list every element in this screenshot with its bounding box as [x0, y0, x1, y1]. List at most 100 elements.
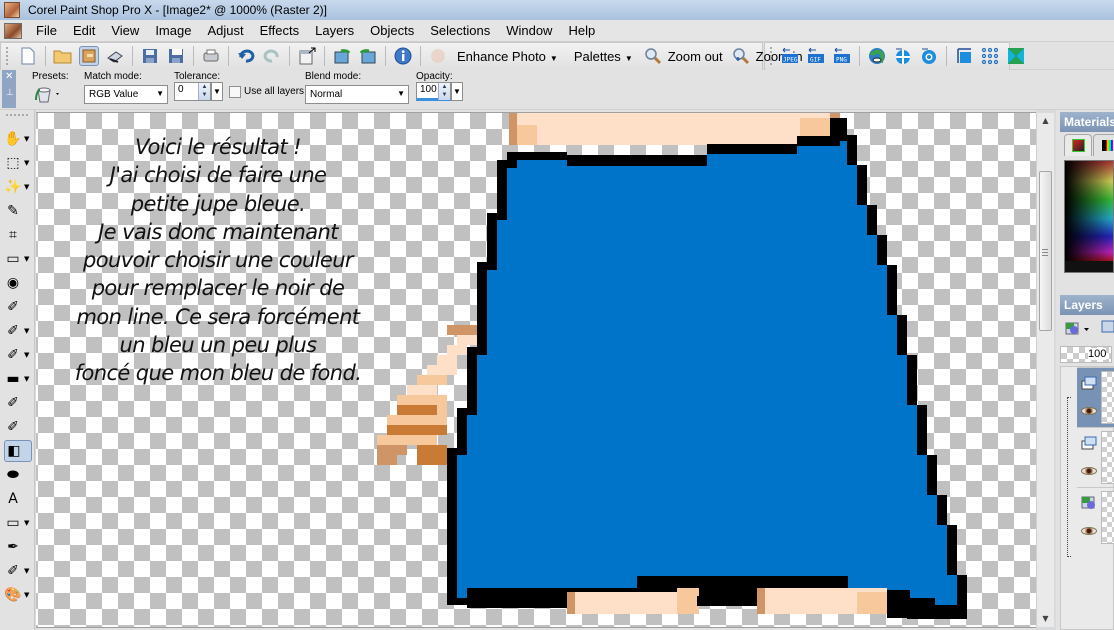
- image-canvas[interactable]: Voici le résultat ! J'ai choisi de faire …: [36, 113, 1036, 627]
- art-media-tool[interactable]: 🎨 ▼: [4, 584, 32, 606]
- menu-effects[interactable]: Effects: [252, 23, 308, 38]
- info-icon[interactable]: [393, 46, 413, 66]
- scrollbar-thumb[interactable]: [1039, 171, 1052, 331]
- use-all-layers-checkbox[interactable]: [229, 86, 241, 98]
- layer-opacity-field[interactable]: 100: [1060, 346, 1112, 363]
- print-icon[interactable]: [201, 46, 221, 66]
- dropper-tool[interactable]: ✎: [4, 200, 32, 222]
- blend-mode-select[interactable]: Normal ▼: [305, 85, 409, 104]
- save-icon[interactable]: [140, 46, 160, 66]
- magic-wand-tool[interactable]: ✨ ▼: [4, 176, 32, 198]
- gradient-tool[interactable]: ▬ ▼: [4, 368, 32, 390]
- flood-fill-tool[interactable]: ◧: [4, 440, 32, 462]
- menu-file[interactable]: File: [28, 23, 65, 38]
- visibility-eye-icon[interactable]: [1081, 467, 1097, 475]
- menu-edit[interactable]: Edit: [65, 23, 103, 38]
- text-tool[interactable]: A: [4, 488, 32, 510]
- menu-window[interactable]: Window: [498, 23, 560, 38]
- visibility-eye-icon[interactable]: [1081, 407, 1097, 415]
- browse-icon[interactable]: [79, 46, 99, 66]
- makeover-tool[interactable]: ✐: [4, 296, 32, 318]
- chevron-down-icon[interactable]: ▼: [24, 135, 29, 143]
- toolbar-grip[interactable]: [770, 47, 773, 65]
- chevron-down-icon[interactable]: ▼: [24, 591, 29, 599]
- opacity-dropdown[interactable]: ▼: [451, 82, 463, 101]
- pan-tool[interactable]: ✋ ▼: [4, 128, 32, 150]
- pen-tool[interactable]: ✒: [4, 536, 32, 558]
- document-icon[interactable]: [4, 22, 22, 39]
- opacity-spinner[interactable]: ▲ ▼: [438, 83, 450, 100]
- chevron-down-icon[interactable]: ▼: [24, 351, 29, 359]
- learning-center-icon[interactable]: [428, 46, 448, 66]
- color-spectrum-picker[interactable]: [1064, 160, 1114, 273]
- open-folder-icon[interactable]: [53, 46, 73, 66]
- perspective-tool[interactable]: ▭ ▼: [4, 248, 32, 270]
- crop-tool[interactable]: ⌗: [4, 224, 32, 246]
- toolbar-grip[interactable]: [6, 114, 28, 116]
- palettes-button[interactable]: Palettes ▼: [572, 49, 635, 64]
- full-editor-icon[interactable]: [297, 46, 317, 66]
- canvas-vertical-scrollbar[interactable]: ▲ ▼: [1036, 113, 1054, 627]
- redo-icon[interactable]: [262, 46, 282, 66]
- new-mask-layer-icon[interactable]: [1100, 319, 1114, 340]
- layers-panel-title[interactable]: Layers: [1060, 295, 1114, 315]
- chevron-down-icon[interactable]: ▼: [24, 255, 29, 263]
- menu-help[interactable]: Help: [560, 23, 603, 38]
- eraser-tool[interactable]: ✐: [4, 392, 32, 414]
- background-icon[interactable]: [1006, 46, 1026, 66]
- enhance-photo-button[interactable]: Enhance Photo ▼: [455, 49, 560, 64]
- menu-layers[interactable]: Layers: [307, 23, 362, 38]
- materials-panel-title[interactable]: Materials: [1060, 112, 1114, 132]
- chevron-down-icon[interactable]: ▼: [24, 159, 29, 167]
- chevron-down-icon[interactable]: ▼: [24, 327, 29, 335]
- menu-adjust[interactable]: Adjust: [199, 23, 251, 38]
- presets-button[interactable]: [34, 84, 62, 107]
- tolerance-spinner[interactable]: ▲ ▼: [198, 83, 210, 100]
- zoom-out-icon[interactable]: [643, 46, 663, 66]
- pin-icon[interactable]: ⊥: [6, 88, 14, 98]
- new-file-icon[interactable]: [18, 46, 38, 66]
- export-jpeg-icon[interactable]: JPEG: [780, 46, 800, 66]
- chevron-down-icon[interactable]: ▼: [24, 375, 29, 383]
- object-eraser-tool[interactable]: ⬬: [4, 464, 32, 486]
- zoom-out-button[interactable]: Zoom out: [666, 49, 725, 64]
- image-size-icon[interactable]: [954, 46, 974, 66]
- menu-objects[interactable]: Objects: [362, 23, 422, 38]
- scanner-icon[interactable]: [105, 46, 125, 66]
- rotate-right-icon[interactable]: [332, 46, 352, 66]
- zoom-in-icon[interactable]: [731, 46, 751, 66]
- materials-tab-rainbow[interactable]: [1093, 134, 1114, 156]
- use-all-layers-label[interactable]: Use all layers: [244, 86, 304, 97]
- tolerance-input[interactable]: 0 ▲ ▼ ▼: [174, 82, 223, 101]
- new-layer-button[interactable]: [1064, 320, 1092, 341]
- toolbar-grip[interactable]: [6, 47, 9, 65]
- paint-brush-tool[interactable]: ✐ ▼: [4, 344, 32, 366]
- match-mode-select[interactable]: RGB Value ▼: [84, 85, 168, 104]
- undo-icon[interactable]: [236, 46, 256, 66]
- tolerance-dropdown[interactable]: ▼: [211, 82, 223, 101]
- chevron-down-icon[interactable]: ▼: [24, 519, 29, 527]
- export-gif-icon[interactable]: GIF: [806, 46, 826, 66]
- menu-view[interactable]: View: [103, 23, 147, 38]
- rectangle-tool[interactable]: ▭ ▼: [4, 512, 32, 534]
- rotate-left-icon[interactable]: [358, 46, 378, 66]
- menu-image[interactable]: Image: [147, 23, 199, 38]
- scroll-up-arrow-icon[interactable]: ▲: [1037, 113, 1054, 129]
- menu-selections[interactable]: Selections: [422, 23, 498, 38]
- warp-brush-tool[interactable]: ✐ ▼: [4, 560, 32, 582]
- chevron-down-icon[interactable]: ▼: [24, 567, 29, 575]
- web-preview-icon[interactable]: [867, 46, 887, 66]
- layer-row[interactable]: [1077, 427, 1114, 487]
- pick-tool[interactable]: ⬚ ▼: [4, 152, 32, 174]
- red-eye-tool[interactable]: ◉: [4, 272, 32, 294]
- layer-row[interactable]: [1077, 487, 1114, 547]
- opacity-input[interactable]: 100 ▲ ▼ ▼: [416, 82, 463, 101]
- clone-brush-tool[interactable]: ✐ ▼: [4, 320, 32, 342]
- save-as-icon[interactable]: [166, 46, 186, 66]
- scroll-down-arrow-icon[interactable]: ▼: [1037, 611, 1054, 627]
- chevron-down-icon[interactable]: ▼: [24, 183, 29, 191]
- export-png-icon[interactable]: PNG: [832, 46, 852, 66]
- visibility-eye-icon[interactable]: [1081, 527, 1097, 535]
- grid-icon[interactable]: [980, 46, 1000, 66]
- tool-options-palette-handle[interactable]: ✕ ⊥: [2, 70, 16, 108]
